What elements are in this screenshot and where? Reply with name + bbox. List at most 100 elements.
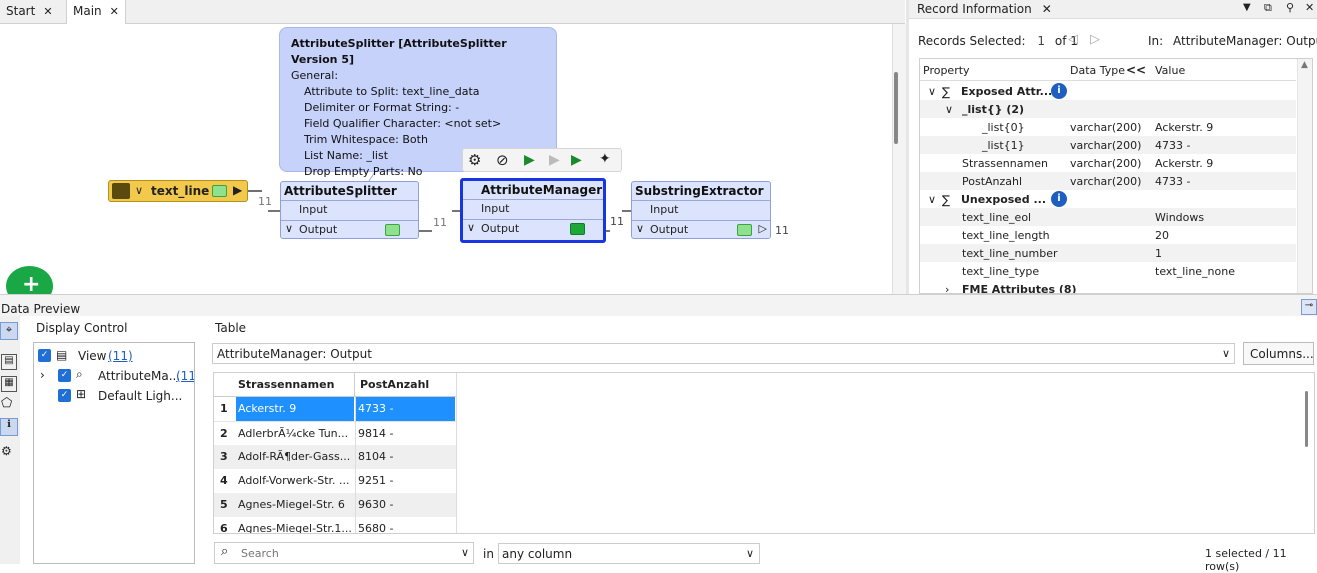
table-cell[interactable]: 9251 - xyxy=(358,474,393,487)
eye-icon[interactable] xyxy=(737,224,752,236)
canvas-scroll-thumb[interactable] xyxy=(894,72,898,144)
eye-icon[interactable] xyxy=(570,223,585,235)
tree-item-count[interactable]: (11 xyxy=(176,369,194,383)
node-attributemanager[interactable]: AttributeManager Input ∨ Output xyxy=(460,178,606,243)
info-icon[interactable]: i xyxy=(1051,191,1067,207)
column-filter-select[interactable]: any column ∨ xyxy=(498,543,760,564)
chevron-down-icon[interactable]: ∨ xyxy=(945,103,953,116)
close-icon[interactable]: ✕ xyxy=(1305,1,1314,14)
info-icon[interactable]: i xyxy=(1051,83,1067,99)
search-input[interactable] xyxy=(241,545,441,561)
next-record-icon[interactable]: ▷ xyxy=(1090,32,1100,47)
tree-item-attributemanager[interactable]: › ✓ ⌕ AttributeMa... (11 xyxy=(38,367,194,385)
settings-icon[interactable]: ⚙ xyxy=(1,444,12,458)
chevron-right-icon[interactable]: › xyxy=(945,283,949,293)
inspect-icon[interactable]: ⌖ xyxy=(0,322,18,340)
table-cell[interactable]: Adolf-RÃ¶der-Gass... xyxy=(238,450,352,463)
chevron-down-icon[interactable]: ∨ xyxy=(461,546,469,559)
chevron-right-icon[interactable]: › xyxy=(40,368,45,382)
grid-row[interactable]: text_line_type text_line_none xyxy=(920,262,1296,280)
pin-icon[interactable]: ⚲ xyxy=(1286,1,1294,14)
input-port[interactable]: Input xyxy=(632,201,770,220)
grid-row[interactable]: _list{1} varchar(200) 4733 - xyxy=(920,136,1296,154)
canvas-vertical-scrollbar[interactable] xyxy=(892,24,906,294)
chevron-down-icon[interactable]: ∨ xyxy=(746,547,754,560)
input-port[interactable]: Input xyxy=(281,201,418,220)
table-cell[interactable]: 9814 - xyxy=(358,427,393,440)
grid-row[interactable]: Strassennamen varchar(200) Ackerstr. 9 xyxy=(920,154,1296,172)
table-row[interactable]: 1 Ackerstr. 9 4733 - xyxy=(214,397,456,421)
run-partial-icon[interactable]: ▶ xyxy=(571,152,582,168)
table-cell[interactable]: 8104 - xyxy=(358,450,393,463)
tree-item-default-lighting[interactable]: ✓ ⊞ Default Ligh... xyxy=(38,387,194,405)
grid-vertical-scrollbar[interactable]: ▲ xyxy=(1297,59,1312,293)
output-port[interactable]: ∨ Output ▷ xyxy=(632,220,770,239)
disable-icon[interactable]: ⊘ xyxy=(496,151,509,169)
table-cell[interactable]: AdlerbrÃ¼cke Tun... xyxy=(238,427,352,440)
grid-row-fme[interactable]: › FME Attributes (8) xyxy=(920,280,1296,293)
collapse-icon[interactable]: << xyxy=(1126,63,1146,77)
source-select[interactable]: AttributeManager: Output ∨ xyxy=(212,343,1235,364)
grid-row-list[interactable]: ∨ _list{} (2) xyxy=(920,100,1296,118)
table-row[interactable]: 5 Agnes-Miegel-Str. 6 9630 - xyxy=(214,493,456,517)
grid-row-exposed[interactable]: ∨ ∑ Exposed Attr... i xyxy=(920,82,1296,100)
unpin-icon[interactable]: ⊸ xyxy=(1301,299,1317,315)
table-cell[interactable]: Adolf-Vorwerk-Str. ... xyxy=(238,474,352,487)
run-to-this-icon[interactable]: ▶ xyxy=(524,152,535,168)
table-row[interactable]: 6 Agnes-Miegel-Str.1... 5680 - xyxy=(214,517,456,533)
table-view-icon[interactable]: ▦ xyxy=(1,376,17,392)
tree-item-count[interactable]: (11) xyxy=(108,349,133,363)
node-attributesplitter[interactable]: AttributeSplitter Input ∨ Output xyxy=(280,181,419,239)
chevron-down-icon[interactable]: ∨ xyxy=(636,222,644,235)
table-row[interactable]: 2 AdlerbrÃ¼cke Tun... 9814 - xyxy=(214,421,456,445)
grid-row[interactable]: PostAnzahl varchar(200) 4733 - xyxy=(920,172,1296,190)
scroll-up-icon[interactable]: ▲ xyxy=(1301,60,1308,70)
sparkle-icon[interactable]: ✦ xyxy=(599,151,611,167)
run-from-this-icon[interactable]: ▶ xyxy=(549,152,560,168)
columns-button[interactable]: Columns... xyxy=(1243,342,1314,365)
table-row[interactable]: 3 Adolf-RÃ¶der-Gass... 8104 - xyxy=(214,445,456,469)
checkbox-checked-icon[interactable]: ✓ xyxy=(38,349,51,362)
chevron-down-icon[interactable]: ∨ xyxy=(467,221,475,234)
node-substringextractor[interactable]: SubstringExtractor Input ∨ Output ▷ xyxy=(631,181,771,239)
chevron-down-icon[interactable]: ∨ xyxy=(135,184,143,197)
eye-icon[interactable] xyxy=(212,185,227,197)
reader-feature-type[interactable]: ∨ text_line ▶ xyxy=(108,180,248,202)
output-port-arrow-icon[interactable]: ▷ xyxy=(759,222,767,235)
search-field[interactable]: ⌕ ∨ xyxy=(214,542,474,564)
table-cell[interactable]: 9630 - xyxy=(358,498,393,511)
table-cell[interactable]: Agnes-Miegel-Str. 6 xyxy=(238,498,352,511)
table-scroll-thumb[interactable] xyxy=(1305,391,1308,447)
table-cell[interactable]: Agnes-Miegel-Str.1... xyxy=(238,522,352,533)
grid-row-unexposed[interactable]: ∨ ∑ Unexposed ... i xyxy=(920,190,1296,208)
display-control-icon[interactable]: ▤ xyxy=(1,354,17,370)
table-cell[interactable]: Ackerstr. 9 xyxy=(236,397,354,421)
table-cell[interactable]: 4733 - xyxy=(355,397,455,421)
grid-row[interactable]: text_line_eol Windows xyxy=(920,208,1296,226)
output-port[interactable]: ∨ Output xyxy=(463,219,603,238)
previous-record-icon[interactable]: ◁ xyxy=(1068,32,1078,47)
chevron-down-icon[interactable]: ∨ xyxy=(1222,347,1230,360)
eye-icon[interactable] xyxy=(385,224,400,236)
table-cell[interactable]: 5680 - xyxy=(358,522,393,533)
column-header[interactable]: PostAnzahl xyxy=(360,378,429,391)
column-property[interactable]: Property xyxy=(923,64,970,77)
checkbox-checked-icon[interactable]: ✓ xyxy=(58,389,71,402)
tree-item-view[interactable]: ✓ ▤ View (11) xyxy=(38,347,188,365)
table-vertical-scrollbar[interactable] xyxy=(1298,373,1314,533)
input-port[interactable]: Input xyxy=(463,200,603,219)
feature-info-icon[interactable]: ⬠ xyxy=(1,396,12,411)
column-data-type[interactable]: Data Type xyxy=(1070,64,1125,77)
record-info-title[interactable]: Record Information ✕ xyxy=(917,2,1052,16)
record-info-icon[interactable]: ℹ xyxy=(0,418,18,436)
chevron-down-icon[interactable]: ∨ xyxy=(928,193,936,206)
grid-row[interactable]: _list{0} varchar(200) Ackerstr. 9 xyxy=(920,118,1296,136)
table-row[interactable]: 4 Adolf-Vorwerk-Str. ... 9251 - xyxy=(214,469,456,493)
close-icon[interactable]: ✕ xyxy=(1042,2,1052,16)
grid-row[interactable]: text_line_number 1 xyxy=(920,244,1296,262)
grid-row[interactable]: text_line_length 20 xyxy=(920,226,1296,244)
dropdown-icon[interactable]: ▼ xyxy=(1243,2,1251,13)
output-port[interactable]: ∨ Output xyxy=(281,220,418,239)
column-value[interactable]: Value xyxy=(1155,64,1185,77)
column-header[interactable]: Strassennamen xyxy=(238,378,334,391)
